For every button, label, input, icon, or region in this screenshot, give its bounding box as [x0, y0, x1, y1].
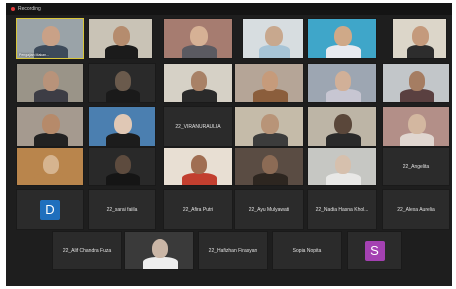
participant-tile[interactable]: 22_Angelita	[382, 147, 450, 186]
participant-figure	[181, 89, 217, 102]
participant-face	[42, 155, 60, 174]
participant-name: 22_Ayu Mulyawati	[248, 206, 290, 213]
participant-figure	[181, 44, 217, 58]
participant-face	[190, 71, 208, 91]
meeting-window: Pengajian Makan... 22_VIRANURAULIA 22_Ange…	[6, 3, 452, 286]
participant-tile[interactable]	[124, 231, 194, 270]
participant-figure	[34, 89, 68, 102]
participant-tile[interactable]	[88, 106, 156, 147]
participant-figure	[105, 44, 138, 58]
participant-figure	[325, 172, 361, 185]
participant-face	[42, 71, 60, 91]
participant-tile[interactable]	[88, 63, 156, 103]
participant-avatar: D	[40, 199, 60, 220]
participant-tile[interactable]	[307, 147, 377, 186]
participant-figure	[106, 89, 140, 102]
participant-tile[interactable]	[16, 147, 84, 186]
participant-tile[interactable]	[16, 63, 84, 103]
participant-face	[190, 26, 208, 47]
participant-tile[interactable]	[242, 18, 304, 59]
participant-face	[114, 114, 132, 135]
participant-tile[interactable]	[234, 63, 304, 103]
participant-figure	[258, 44, 290, 58]
participant-figure	[34, 172, 68, 185]
participant-figure	[400, 89, 434, 102]
participant-face	[334, 155, 352, 174]
participant-face	[334, 114, 352, 135]
participant-figure	[325, 44, 361, 58]
participant-caption: Pengajian Makan...	[19, 53, 49, 57]
participant-face	[411, 26, 430, 47]
participant-tile[interactable]	[382, 106, 450, 147]
participant-face	[151, 239, 169, 258]
participant-face	[408, 71, 426, 91]
participant-grid: Pengajian Makan... 22_VIRANURAULIA 22_Ange…	[6, 3, 452, 286]
participant-face	[265, 26, 283, 47]
participant-tile[interactable]: 22_VIRANURAULIA	[163, 106, 233, 147]
participant-face	[261, 155, 279, 174]
participant-face	[334, 71, 352, 91]
participant-name: 22_Angelita	[402, 163, 430, 170]
participant-figure	[325, 89, 361, 102]
participant-name: 22_Afira Putri	[182, 206, 214, 213]
participant-face	[261, 71, 279, 91]
recording-icon	[11, 7, 15, 11]
participant-face	[190, 155, 208, 174]
participant-figure	[106, 132, 140, 146]
participant-tile[interactable]: 22_Afira Putri	[163, 189, 233, 230]
participant-tile[interactable]: S	[347, 231, 402, 270]
participant-tile[interactable]	[16, 106, 84, 147]
participant-tile[interactable]	[234, 147, 304, 186]
participant-tile[interactable]	[88, 18, 153, 59]
participant-name: 22_Hafizhan Firasyan	[208, 247, 258, 254]
participant-figure	[252, 172, 288, 185]
participant-figure	[252, 132, 288, 146]
participant-face	[42, 26, 60, 47]
participant-face	[114, 155, 132, 174]
participant-name: Sopia Nopita	[292, 247, 322, 254]
participant-tile[interactable]: 22_Nadia Hasna Khol...	[307, 189, 377, 230]
participant-figure	[142, 256, 178, 269]
participant-tile[interactable]	[163, 147, 233, 186]
participant-tile[interactable]	[307, 106, 377, 147]
participant-face	[114, 71, 132, 91]
participant-name: 22_Alif Chandra Fuza	[62, 247, 112, 254]
participant-tile[interactable]: 22_Ayu Mulyawati	[234, 189, 304, 230]
participant-tile[interactable]	[382, 63, 450, 103]
participant-face	[42, 114, 60, 135]
participant-tile[interactable]	[307, 63, 377, 103]
participant-tile[interactable]	[88, 147, 156, 186]
participant-figure	[406, 44, 435, 58]
participant-name: 22_VIRANURAULIA	[175, 123, 221, 130]
participant-name: 22_Alexa Aurelia	[397, 206, 435, 213]
participant-figure	[181, 172, 217, 185]
participant-tile[interactable]: 22_Hafizhan Firasyan	[198, 231, 268, 270]
participant-tile[interactable]	[234, 106, 304, 147]
participant-figure	[325, 132, 361, 146]
participant-tile[interactable]	[307, 18, 377, 59]
participant-avatar: S	[364, 240, 385, 261]
participant-face	[112, 26, 131, 47]
participant-tile[interactable]: Sopia Nopita	[272, 231, 342, 270]
participant-figure	[34, 132, 68, 146]
participant-tile[interactable]	[163, 18, 233, 59]
participant-name: 22_sarai faiila	[106, 206, 138, 213]
participant-figure	[252, 89, 288, 102]
participant-tile[interactable]	[163, 63, 233, 103]
participant-tile[interactable]: 22_Alexa Aurelia	[382, 189, 450, 230]
title-bar: Recording	[6, 3, 452, 15]
participant-name: 22_Nadia Hasna Khol...	[315, 206, 369, 213]
participant-tile[interactable]: Pengajian Makan...	[16, 18, 84, 59]
participant-face	[408, 114, 426, 135]
window-title: Recording	[18, 6, 41, 12]
participant-tile[interactable]	[392, 18, 447, 59]
participant-figure	[400, 132, 434, 146]
participant-face	[261, 114, 279, 135]
participant-face	[334, 26, 352, 47]
participant-tile[interactable]: 22_Alif Chandra Fuza	[52, 231, 122, 270]
participant-figure	[106, 172, 140, 185]
participant-tile[interactable]: 22_sarai faiila	[88, 189, 156, 230]
participant-tile[interactable]: D	[16, 189, 84, 230]
